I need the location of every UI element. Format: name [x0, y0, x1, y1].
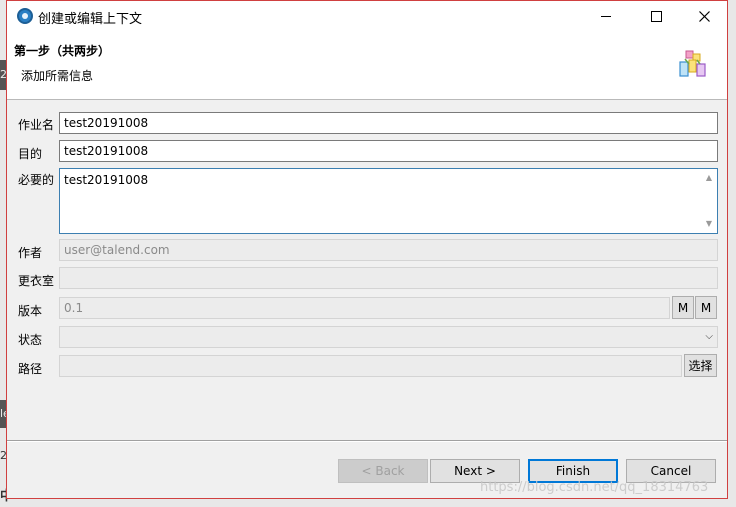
description-scrollbar[interactable]: ▲ ▼ — [703, 171, 715, 231]
scroll-up-icon[interactable]: ▲ — [703, 171, 715, 185]
description-text: test20191008 — [64, 173, 149, 187]
locker-label: 更衣室 — [18, 274, 55, 288]
path-label: 路径 — [18, 362, 43, 376]
wizard-header: 第一步（共两步） 添加所需信息 — [7, 32, 727, 100]
description-textarea[interactable]: test20191008 ▲ ▼ — [59, 168, 718, 234]
purpose-label: 目的 — [18, 147, 43, 161]
chevron-down-icon: ⌵ — [705, 331, 713, 342]
context-wizard-dialog: 创建或编辑上下文 第一步（共两步） 添加所需信息 作业名 test2019100… — [6, 0, 728, 499]
version-label: 版本 — [18, 304, 43, 318]
path-input — [59, 355, 682, 377]
version-input: 0.1 — [59, 297, 670, 319]
author-input: user@talend.com — [59, 239, 718, 261]
locker-input — [59, 267, 718, 289]
close-button[interactable] — [681, 1, 727, 32]
description-label: 必要的 — [18, 173, 55, 187]
minimize-button[interactable] — [583, 1, 629, 32]
window-title: 创建或编辑上下文 — [38, 12, 143, 27]
scroll-down-icon[interactable]: ▼ — [703, 217, 715, 231]
context-wizard-icon — [679, 50, 706, 77]
path-select-button[interactable]: 选择 — [684, 354, 717, 377]
status-select[interactable]: ⌵ — [59, 326, 718, 348]
version-major-button[interactable]: M — [672, 296, 694, 319]
close-icon — [698, 11, 710, 22]
title-bar: 创建或编辑上下文 — [7, 1, 727, 32]
purpose-input[interactable]: test20191008 — [59, 140, 718, 162]
step-title: 第一步（共两步） — [14, 44, 111, 58]
talend-app-icon — [17, 8, 33, 24]
back-button[interactable]: < Back — [338, 459, 428, 483]
footer-separator-highlight — [7, 441, 727, 442]
status-label: 状态 — [18, 333, 43, 347]
job-name-label: 作业名 — [18, 118, 55, 132]
version-minor-button[interactable]: M — [695, 296, 717, 319]
step-description: 添加所需信息 — [21, 69, 94, 83]
watermark-text: https://blog.csdn.net/qq_18314763 — [480, 480, 709, 495]
minimize-icon — [601, 16, 611, 17]
maximize-icon — [650, 11, 662, 22]
job-name-input[interactable]: test20191008 — [59, 112, 718, 134]
maximize-button[interactable] — [633, 1, 679, 32]
author-label: 作者 — [18, 246, 43, 260]
